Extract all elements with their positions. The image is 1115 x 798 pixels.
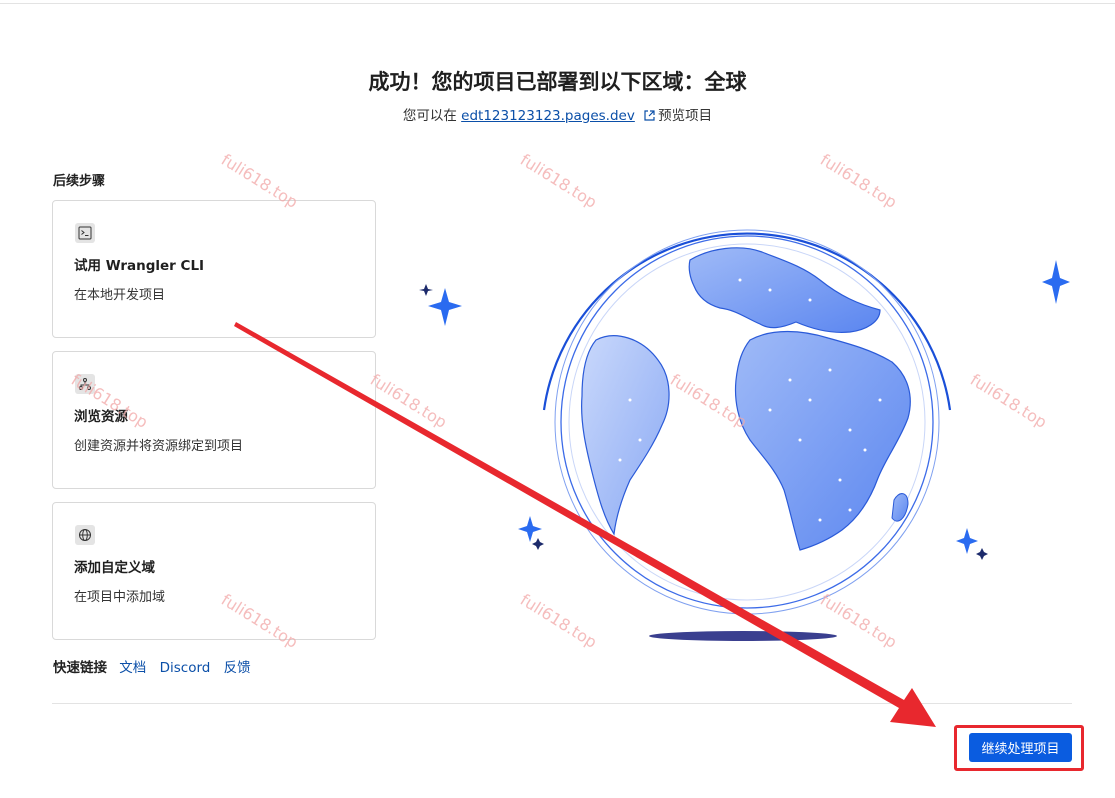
subtitle-prefix: 您可以在 xyxy=(402,108,457,124)
card-description: 在本地开发项目 xyxy=(74,288,166,303)
footer-divider xyxy=(52,703,1072,704)
quick-links-label: 快速链接 xyxy=(53,660,107,676)
quick-links: 快速链接 文档 Discord 反馈 xyxy=(53,656,260,676)
card-description: 在项目中添加域 xyxy=(74,590,166,605)
page-subtitle: 您可以在 edt123123123.pages.dev 预览项目 xyxy=(0,104,1115,125)
subtitle-suffix: 预览项目 xyxy=(658,108,713,124)
card-custom-domain[interactable]: 添加自定义域 在项目中添加域 xyxy=(52,502,376,640)
globe-icon xyxy=(75,525,95,545)
link-docs[interactable]: 文档 xyxy=(119,660,146,676)
card-title: 添加自定义域 xyxy=(74,560,155,576)
card-description: 创建资源并将资源绑定到项目 xyxy=(74,439,244,454)
terminal-icon xyxy=(75,223,95,243)
continue-button[interactable]: 继续处理项目 xyxy=(969,733,1072,762)
card-title: 试用 Wrangler CLI xyxy=(74,258,205,274)
site-link[interactable]: edt123123123.pages.dev xyxy=(461,108,635,124)
card-browse-resources[interactable]: 浏览资源 创建资源并将资源绑定到项目 xyxy=(52,351,376,489)
globe-illustration xyxy=(419,229,1070,641)
next-steps-heading: 后续步骤 xyxy=(53,174,106,189)
link-feedback[interactable]: 反馈 xyxy=(224,660,251,676)
card-wrangler-cli[interactable]: 试用 Wrangler CLI 在本地开发项目 xyxy=(52,200,376,338)
top-divider xyxy=(0,3,1115,4)
link-discord[interactable]: Discord xyxy=(160,660,211,676)
external-link-icon[interactable] xyxy=(644,109,655,125)
page-title: 成功！您的项目已部署到以下区域：全球 xyxy=(368,70,747,94)
